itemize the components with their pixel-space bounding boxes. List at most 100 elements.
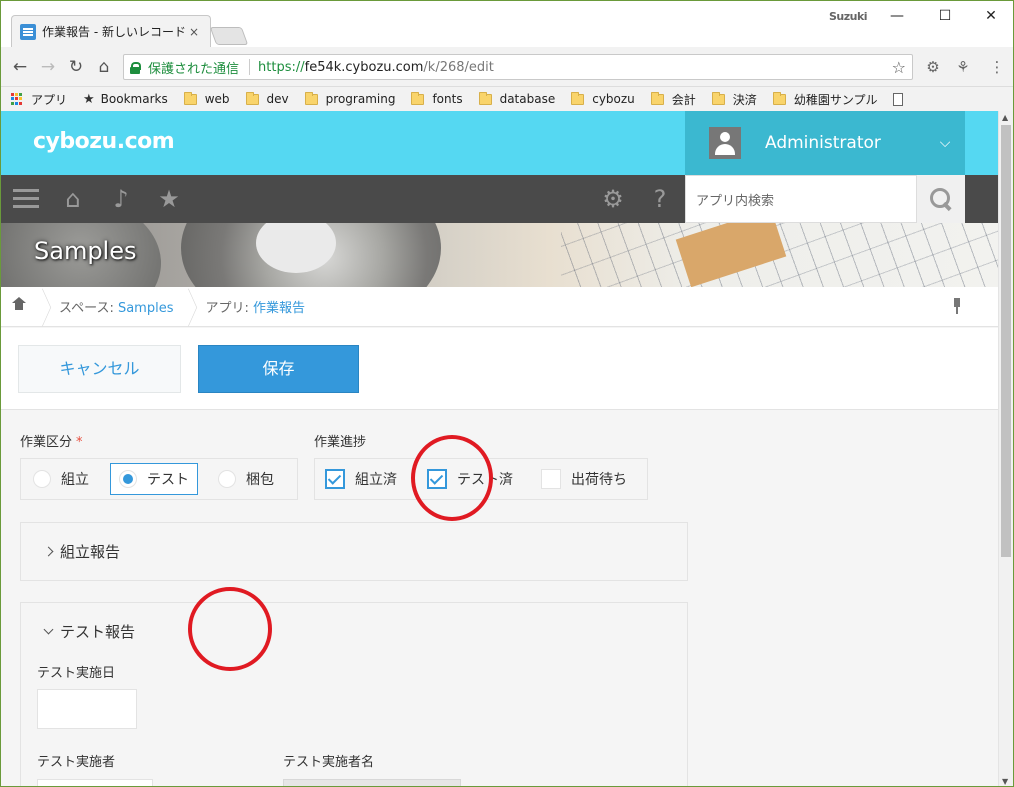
bookmark-bookmarks[interactable]: ★ Bookmarks: [83, 92, 168, 107]
page-scrollbar[interactable]: ▲ ▼: [998, 111, 1013, 786]
menu-dots-icon[interactable]: ⋮: [987, 57, 1007, 77]
breadcrumb-space-link[interactable]: Samples: [118, 301, 174, 316]
bookmark-label: Bookmarks: [100, 92, 168, 106]
minimize-button[interactable]: —: [883, 5, 911, 27]
portal-home-icon[interactable]: ⌂: [57, 183, 89, 215]
forward-arrow-icon[interactable]: →: [37, 56, 59, 78]
scroll-thumb[interactable]: [1001, 125, 1011, 557]
folder-icon: [650, 91, 664, 105]
page-icon: [893, 92, 904, 106]
bookmark-folder[interactable]: 決済: [711, 91, 757, 108]
browser-tab[interactable]: 作業報告 - 新しいレコード ×: [11, 15, 211, 47]
search-button[interactable]: [917, 175, 965, 223]
scroll-up-arrow-icon[interactable]: ▲: [1002, 113, 1008, 122]
bookmark-label: fonts: [432, 92, 463, 106]
breadcrumb-separator: [37, 287, 49, 327]
app-search-input[interactable]: アプリ内検索: [685, 175, 917, 223]
save-button[interactable]: 保存: [198, 345, 359, 393]
tab-close-icon[interactable]: ×: [186, 25, 202, 39]
test-date-label: テスト実施日: [37, 666, 116, 681]
chevron-down-icon: ⌵: [939, 135, 951, 151]
bookmark-folder[interactable]: cybozu: [571, 91, 635, 106]
folder-icon: [183, 91, 197, 105]
bookmark-page[interactable]: [893, 92, 904, 106]
radio-button[interactable]: [218, 470, 236, 488]
bookmark-folder[interactable]: 幼稚園サンプル: [772, 91, 878, 108]
bookmark-folder[interactable]: database: [478, 91, 555, 106]
star-icon: ★: [83, 91, 95, 107]
profile-name[interactable]: Suzuki: [829, 10, 868, 23]
bookmark-folder[interactable]: web: [183, 91, 230, 106]
section-toggle-test[interactable]: テスト報告: [43, 621, 135, 642]
extension-gear-icon[interactable]: ⚙: [923, 57, 943, 77]
secure-label: 保護された通信: [148, 61, 240, 77]
radio-option-test[interactable]: テスト: [110, 463, 198, 495]
help-icon[interactable]: ?: [644, 183, 676, 215]
bookmark-folder[interactable]: fonts: [411, 91, 463, 106]
title-bar: 作業報告 - 新しいレコード × Suzuki — ☐ ✕: [1, 1, 1013, 47]
breadcrumb-app-prefix: アプリ:: [205, 301, 253, 316]
cancel-button[interactable]: キャンセル: [18, 345, 181, 393]
radio-label: 梱包: [246, 472, 274, 488]
bookmark-apps[interactable]: アプリ: [11, 91, 67, 108]
user-name: Administrator: [765, 133, 881, 153]
checkbox-option-tested[interactable]: テスト済: [419, 463, 521, 495]
checkbox-option-awaiting-shipment[interactable]: 出荷待ち: [533, 463, 635, 495]
folder-icon: [245, 91, 259, 105]
bookmark-folder[interactable]: 会計: [650, 91, 696, 108]
checkbox[interactable]: [325, 469, 345, 489]
bookmark-label: 決済: [732, 92, 757, 107]
lock-icon: [130, 61, 141, 74]
extension-puzzle-icon[interactable]: ⚘: [953, 57, 973, 77]
global-nav: ⌂ ♪ ★ ⚙ ? アプリ内検索: [1, 175, 998, 223]
hamburger-menu-icon[interactable]: [13, 189, 39, 209]
checkbox[interactable]: [541, 469, 561, 489]
home-icon[interactable]: ⌂: [93, 56, 115, 78]
test-date-input[interactable]: [37, 689, 137, 729]
bookmark-label: programing: [325, 92, 396, 106]
bookmark-label: アプリ: [31, 92, 68, 107]
radio-option-assembly[interactable]: 組立: [25, 463, 97, 495]
radio-button[interactable]: [33, 470, 51, 488]
bookmark-star-icon[interactable]: ☆: [892, 58, 906, 77]
tester-name-readonly: [283, 779, 461, 786]
bookmark-label: 幼稚園サンプル: [793, 92, 878, 107]
new-tab-button[interactable]: [209, 27, 249, 45]
url-host: fe54k.cybozu.com: [304, 59, 424, 75]
bookmarks-bar: アプリ ★ Bookmarks web dev programing fonts…: [1, 87, 1013, 111]
radio-option-packing[interactable]: 梱包: [210, 463, 282, 495]
checkbox-label: テスト済: [457, 472, 513, 488]
section-toggle-assembly[interactable]: 組立報告: [43, 541, 120, 562]
favorites-star-icon[interactable]: ★: [153, 183, 185, 215]
required-mark: *: [76, 435, 83, 450]
url-divider: [249, 59, 251, 75]
breadcrumb-home[interactable]: [1, 287, 37, 327]
apps-grid-icon: [11, 93, 23, 105]
url-path: /k/268/edit: [423, 59, 494, 75]
scroll-down-arrow-icon[interactable]: ▼: [1002, 777, 1008, 786]
settings-gear-icon[interactable]: ⚙: [597, 183, 629, 215]
checkbox-label: 組立済: [355, 472, 397, 488]
home-icon: [12, 297, 26, 312]
work-type-radio-group: 組立 テスト 梱包: [20, 458, 298, 500]
tester-input[interactable]: [37, 779, 153, 786]
radio-button[interactable]: [119, 470, 137, 488]
maximize-button[interactable]: ☐: [931, 5, 959, 27]
reload-icon[interactable]: ↻: [65, 56, 87, 78]
browser-window: 作業報告 - 新しいレコード × Suzuki — ☐ ✕ ← → ↻ ⌂ 保護…: [0, 0, 1014, 787]
close-window-button[interactable]: ✕: [977, 5, 1005, 27]
back-arrow-icon[interactable]: ←: [9, 56, 31, 78]
breadcrumb-space-prefix: スペース:: [59, 301, 118, 316]
record-form: 作業区分 * 組立 テスト 梱包 作業進捗 組立済 テスト済 出荷待ち 組立報告…: [1, 411, 998, 786]
cybozu-logo[interactable]: cybozu.com: [33, 129, 175, 154]
bookmark-folder[interactable]: dev: [245, 91, 289, 106]
bookmark-folder[interactable]: programing: [304, 91, 396, 106]
address-bar[interactable]: 保護された通信 https://fe54k.cybozu.com/k/268/e…: [123, 54, 913, 80]
breadcrumb-app-link[interactable]: 作業報告: [253, 301, 305, 316]
folder-icon: [304, 91, 318, 105]
notification-bell-icon[interactable]: ♪: [105, 183, 137, 215]
pin-icon[interactable]: [952, 298, 962, 316]
user-menu[interactable]: Administrator ⌵: [685, 111, 965, 175]
checkbox-option-assembled[interactable]: 組立済: [317, 463, 405, 495]
checkbox[interactable]: [427, 469, 447, 489]
